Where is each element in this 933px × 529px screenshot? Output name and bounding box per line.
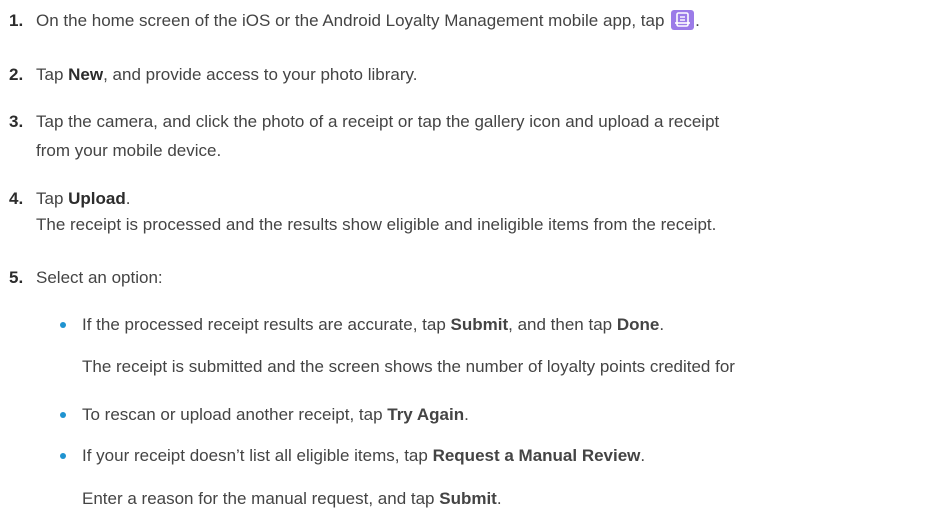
step-number: 2. bbox=[9, 65, 24, 84]
ui-label-new: New bbox=[68, 65, 104, 84]
option-3-text: If your receipt doesn’t list all eligibl… bbox=[82, 446, 646, 465]
option-2-text: To rescan or upload another receipt, tap… bbox=[82, 405, 469, 424]
step-text-line-2: from your mobile device. bbox=[36, 141, 222, 160]
option-1-text: If the processed receipt results are acc… bbox=[82, 315, 665, 334]
ui-label-request-manual-review: Request a Manual Review bbox=[432, 446, 641, 465]
bullet-icon bbox=[60, 453, 66, 459]
option-1-result: The receipt is submitted and the screen … bbox=[82, 357, 735, 376]
step-number: 5. bbox=[9, 268, 24, 287]
bullet-icon bbox=[60, 412, 66, 418]
step-number: 1. bbox=[9, 11, 24, 30]
option-3-result: Enter a reason for the manual request, a… bbox=[82, 489, 502, 508]
step-text: On the home screen of the iOS or the And… bbox=[36, 10, 700, 30]
step-number: 3. bbox=[9, 112, 24, 131]
ui-label-submit: Submit bbox=[439, 489, 497, 508]
ui-label-submit: Submit bbox=[450, 315, 509, 334]
step-text: Tap New, and provide access to your phot… bbox=[36, 65, 418, 84]
ui-label-upload: Upload bbox=[68, 189, 126, 208]
step-text-line-1: Tap the camera, and click the photo of a… bbox=[36, 112, 720, 131]
ui-label-done: Done bbox=[616, 315, 660, 334]
bullet-icon bbox=[60, 322, 66, 328]
receipt-scan-icon[interactable] bbox=[671, 10, 695, 30]
step-text: Tap Upload. bbox=[36, 189, 131, 208]
ui-label-try-again: Try Again bbox=[387, 405, 465, 424]
step-number: 4. bbox=[9, 189, 24, 208]
step-result: The receipt is processed and the results… bbox=[36, 215, 717, 234]
step-text: Select an option: bbox=[36, 268, 163, 287]
